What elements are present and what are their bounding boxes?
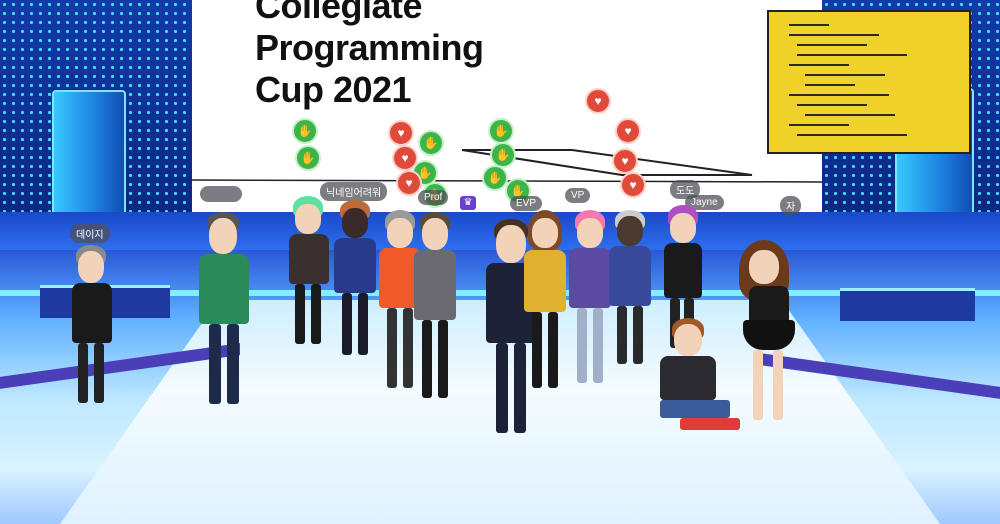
- avatar-character[interactable]: [520, 210, 570, 395]
- heart-reaction-icon: ♥: [612, 148, 638, 174]
- name-tag: 데이지: [70, 224, 110, 243]
- side-step-right: [840, 288, 975, 321]
- screen-title-line-2: Programming: [255, 27, 484, 68]
- thumbs-reaction-icon: ✋: [418, 130, 444, 156]
- avatar-character[interactable]: [410, 212, 460, 402]
- heart-reaction-icon: ♥: [396, 170, 422, 196]
- screen-title-line-1: Collegiate: [255, 0, 423, 26]
- avatar-character[interactable]: [330, 200, 380, 365]
- name-tag: Prof: [418, 190, 449, 205]
- avatar-character[interactable]: [285, 196, 333, 356]
- thumbs-reaction-icon: ✋: [482, 165, 508, 191]
- heart-reaction-icon: ♥: [620, 172, 646, 198]
- thumbs-reaction-icon: ✋: [488, 118, 514, 144]
- name-tag: 자: [780, 196, 802, 215]
- host-crown-icon: ♛: [460, 196, 476, 210]
- avatar-character[interactable]: [605, 210, 655, 370]
- heart-reaction-icon: ♥: [388, 120, 414, 146]
- avatar-character[interactable]: [195, 212, 255, 412]
- screen-title-line-3: Cup 2021: [255, 69, 412, 110]
- name-tag: [200, 186, 242, 202]
- virtual-stage-scene: Collegiate Programming Cup 2021 ✋ ✋ ✋ ✋ …: [0, 0, 1000, 524]
- heart-reaction-icon: ♥: [585, 88, 611, 114]
- avatar-character-sitting[interactable]: [650, 318, 740, 438]
- heart-reaction-icon: ♥: [615, 118, 641, 144]
- avatar-character[interactable]: [735, 240, 815, 430]
- thumbs-reaction-icon: ✋: [292, 118, 318, 144]
- name-tag: VP: [565, 188, 591, 203]
- avatar-character[interactable]: [68, 245, 118, 415]
- thumbs-reaction-icon: ✋: [295, 145, 321, 171]
- heart-reaction-icon: ♥: [392, 145, 418, 171]
